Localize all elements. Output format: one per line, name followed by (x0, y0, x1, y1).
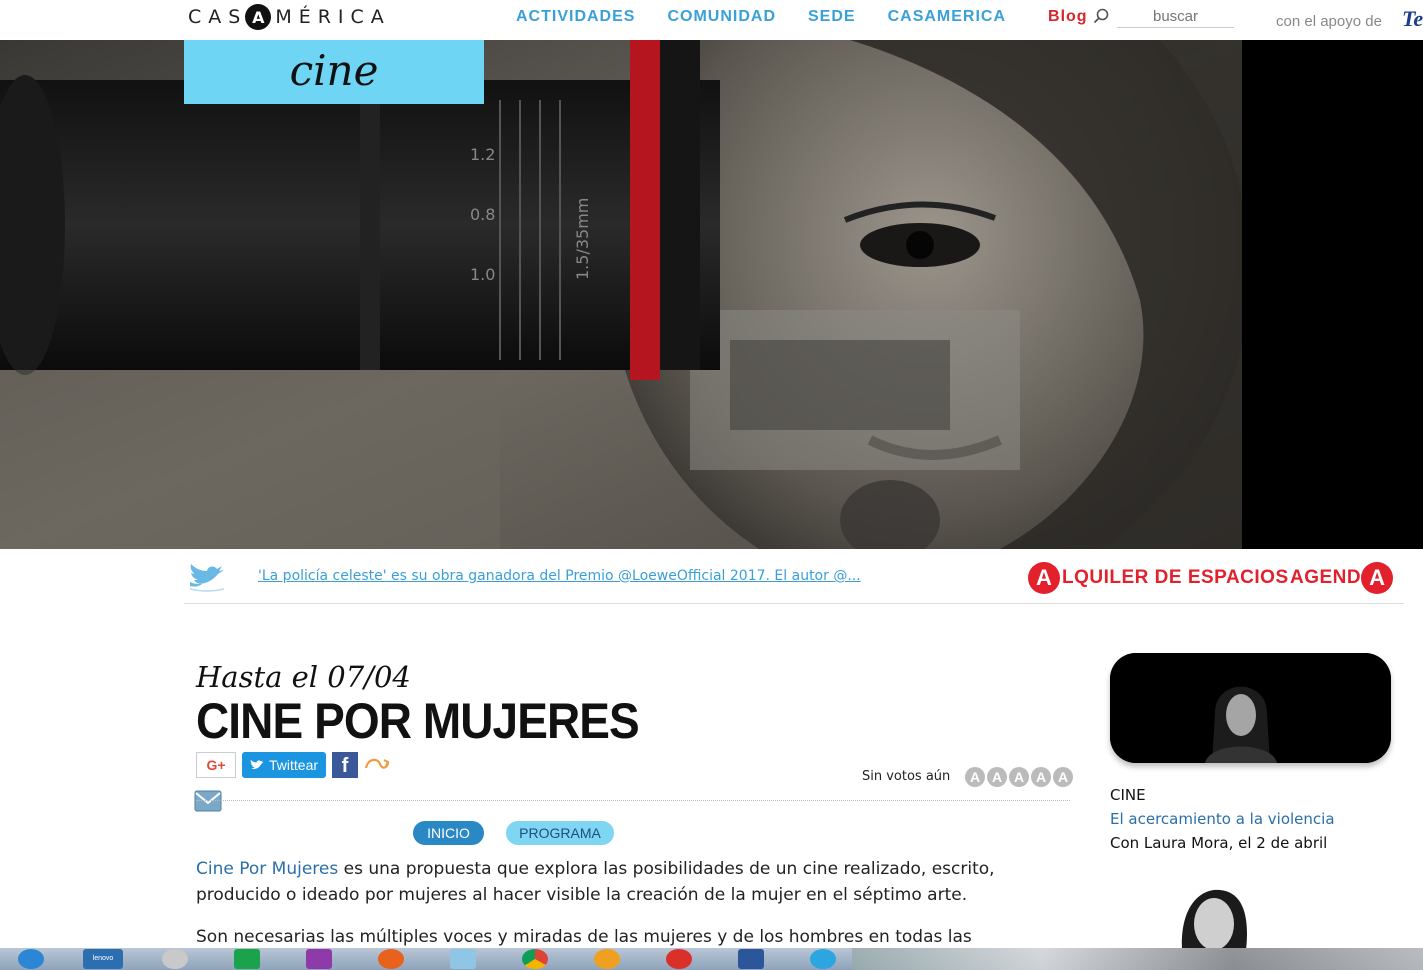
rating-star[interactable]: A (1009, 767, 1029, 787)
support-text: con el apoyo de (1276, 13, 1382, 30)
svg-text:1.2: 1.2 (470, 145, 495, 164)
share-buttons: G+ Twittear f (196, 752, 390, 778)
mail-icon (666, 949, 692, 969)
alquiler-label: LQUILER DE ESPACIOS (1062, 567, 1289, 588)
sidebar-event-link[interactable]: El acercamiento a la violencia (1110, 810, 1335, 828)
tab-inicio[interactable]: INICIO (413, 821, 484, 845)
logo-text-right: MÉRICA (275, 6, 391, 28)
votes-label: Sin votos aún (862, 769, 951, 784)
hero-banner: 1.5/35mm 1.2 0.8 1.0 cine (0, 40, 1423, 549)
nav-blog[interactable]: Blog (1048, 8, 1088, 26)
nav-casamerica[interactable]: CASAMERICA (888, 8, 1006, 26)
taskbar-item[interactable] (0, 948, 62, 970)
nav-comunidad[interactable]: COMUNIDAD (667, 8, 776, 26)
event-date: Hasta el 07/04 (196, 660, 411, 694)
rating-star[interactable]: A (987, 767, 1007, 787)
taskbar-item[interactable]: lenovo (72, 948, 134, 970)
twitter-bird-icon (189, 564, 225, 592)
sidebar-event-subtitle: Con Laura Mora, el 2 de abril (1110, 834, 1328, 852)
tweet-button[interactable]: Twittear (242, 752, 327, 778)
intro-paragraph: Cine Por Mujeres es una propuesta que ex… (196, 856, 1056, 908)
word-icon (738, 949, 764, 969)
section-tag-label: cine (289, 45, 379, 95)
rating-star[interactable]: A (965, 767, 985, 787)
telegram-icon (810, 949, 836, 969)
agenda-link[interactable]: AGEND A (1290, 562, 1394, 594)
main-nav: ACTIVIDADES COMUNIDAD SEDE CASAMERICA Bl… (516, 8, 1088, 26)
sponsor-logo[interactable]: Te (1402, 6, 1423, 32)
page: CAS A MÉRICA ACTIVIDADES COMUNIDAD SEDE … (0, 0, 1423, 970)
sidebar-event-image[interactable] (1110, 653, 1391, 763)
logo-text-left: CAS (188, 6, 248, 28)
search-icon[interactable] (1093, 8, 1109, 24)
notepad-icon (450, 949, 476, 969)
taskbar-item[interactable] (576, 948, 638, 970)
desktop-wallpaper-strip (852, 948, 1423, 970)
sidebar-second-image[interactable] (1162, 884, 1262, 950)
intro-highlight-link[interactable]: Cine Por Mujeres (196, 859, 338, 879)
share-swirl-icon[interactable] (364, 756, 390, 774)
hero-image: 1.5/35mm 1.2 0.8 1.0 (0, 40, 1242, 549)
svg-text:1.5/35mm: 1.5/35mm (573, 198, 592, 280)
top-navigation-bar: CAS A MÉRICA ACTIVIDADES COMUNIDAD SEDE … (0, 0, 1423, 40)
twitter-strip: 'La policía celeste' es su obra ganadora… (184, 556, 1404, 604)
onenote-icon (306, 949, 332, 969)
firefox-icon (378, 949, 404, 969)
nav-actividades[interactable]: ACTIVIDADES (516, 8, 635, 26)
second-paragraph: Son necesarias las múltiples voces y mir… (196, 927, 972, 947)
rating-star[interactable]: A (1031, 767, 1051, 787)
taskbar-item[interactable] (504, 948, 566, 970)
store-icon (234, 949, 260, 969)
taskbar-item[interactable] (144, 948, 206, 970)
page-title: CINE POR MUJERES (196, 693, 640, 749)
alquiler-espacios-link[interactable]: A LQUILER DE ESPACIOS (1028, 562, 1289, 594)
os-taskbar: lenovo (0, 948, 1423, 970)
google-plus-button[interactable]: G+ (196, 752, 236, 778)
taskbar-item[interactable] (720, 948, 782, 970)
sidebar-category: CINE (1110, 786, 1146, 804)
agenda-label: AGEND (1290, 567, 1362, 588)
rating-stars: A A A A A (965, 767, 1073, 787)
content-divider (196, 800, 1070, 801)
latest-tweet-link[interactable]: 'La policía celeste' es su obra ganadora… (258, 568, 861, 584)
casamerica-logo[interactable]: CAS A MÉRICA (188, 4, 391, 30)
search-input[interactable] (1117, 6, 1234, 28)
alquiler-a-icon: A (1028, 562, 1060, 594)
taskbar-item[interactable] (288, 948, 350, 970)
twitter-icon (250, 759, 264, 769)
chrome-icon (522, 949, 548, 969)
facebook-icon[interactable]: f (332, 752, 359, 778)
logo-a-circle: A (245, 4, 272, 30)
portrait-image-2 (1162, 884, 1262, 950)
ship-icon (594, 949, 620, 969)
taskbar-item[interactable] (216, 948, 278, 970)
svg-text:0.8: 0.8 (470, 205, 495, 224)
agenda-a-icon: A (1361, 562, 1394, 594)
email-icon[interactable] (194, 790, 222, 812)
taskbar-item[interactable] (648, 948, 710, 970)
rating-star[interactable]: A (1053, 767, 1073, 787)
taskbar-item[interactable] (792, 948, 854, 970)
tweet-button-label: Twittear (269, 757, 319, 773)
ie-icon (18, 949, 44, 969)
nav-sede[interactable]: SEDE (808, 8, 856, 26)
lenovo-icon: lenovo (83, 949, 123, 969)
section-tag-cine[interactable]: cine (184, 40, 484, 104)
svg-text:1.0: 1.0 (470, 265, 495, 284)
camera-icon (162, 949, 188, 969)
taskbar-item[interactable] (360, 948, 422, 970)
tab-programa[interactable]: PROGRAMA (506, 821, 614, 845)
portrait-image (1110, 653, 1391, 763)
taskbar-item[interactable] (432, 948, 494, 970)
